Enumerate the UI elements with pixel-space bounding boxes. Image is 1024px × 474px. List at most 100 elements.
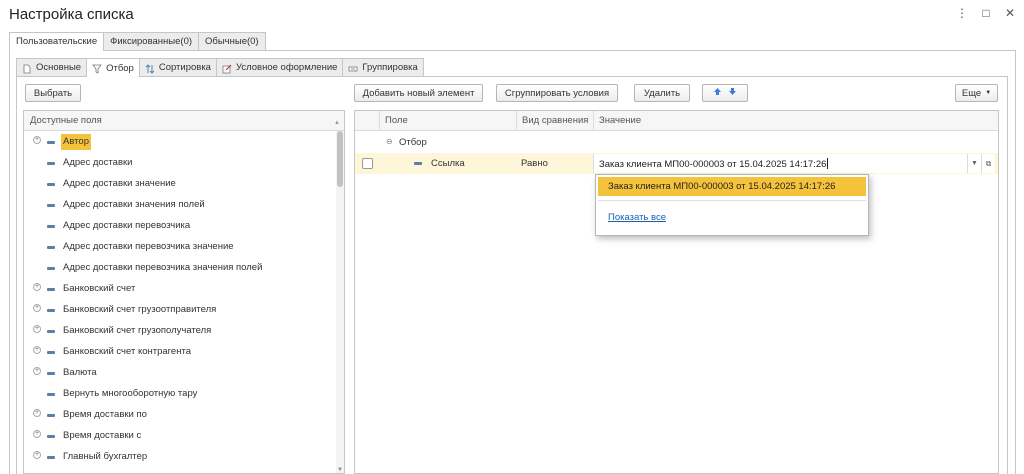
- column-value[interactable]: Значение: [593, 111, 998, 131]
- more-button-label: Еще: [961, 87, 982, 99]
- field-dash-icon: [47, 288, 55, 291]
- field-label: Главный бухгалтер: [63, 451, 148, 462]
- column-comparison[interactable]: Вид сравнения: [516, 111, 593, 131]
- move-down-icon[interactable]: [728, 87, 737, 99]
- delete-button[interactable]: Удалить: [634, 84, 690, 102]
- condition-checkbox[interactable]: [362, 158, 373, 169]
- add-new-element-button[interactable]: Добавить новый элемент: [354, 84, 483, 102]
- field-row[interactable]: + Банковский счет грузоотправителя: [24, 300, 336, 321]
- tab-filter[interactable]: Отбор: [86, 58, 140, 77]
- condition-value-input[interactable]: Заказ клиента МП00-000003 от 15.04.2025 …: [593, 154, 995, 173]
- filter-icon: [92, 63, 102, 74]
- field-dash-icon: [47, 330, 55, 333]
- scroll-down-icon[interactable]: ▼: [337, 467, 343, 473]
- field-row[interactable]: Адрес доставки значения полей: [24, 195, 336, 216]
- expand-icon[interactable]: +: [33, 304, 41, 312]
- field-dash-icon: [47, 204, 55, 207]
- tab-fixed[interactable]: Фиксированные(0): [103, 32, 200, 50]
- field-dash-icon: [47, 225, 55, 228]
- outer-tabs: Пользовательские Фиксированные(0) Обычны…: [9, 32, 266, 51]
- tab-main-label: Основные: [36, 62, 82, 73]
- fields-scrollbar[interactable]: ▼: [336, 131, 344, 473]
- brush-icon: [222, 63, 232, 73]
- field-label: Адрес доставки перевозчика значения поле…: [63, 262, 263, 273]
- field-label: Адрес доставки перевозчика: [63, 220, 191, 231]
- field-label: Банковский счет контрагента: [63, 346, 191, 357]
- available-fields-title: Доступные поля: [30, 115, 102, 126]
- autocomplete-item[interactable]: Заказ клиента МП00-000003 от 15.04.2025 …: [598, 177, 866, 196]
- show-all-link[interactable]: Показать все: [608, 212, 666, 223]
- group-conditions-button[interactable]: Сгруппировать условия: [496, 84, 618, 102]
- collapse-icon[interactable]: ⊖: [386, 137, 393, 146]
- popup-divider: [598, 200, 866, 201]
- filter-grid-header: Поле Вид сравнения Значение: [355, 111, 998, 131]
- sort-icon: [145, 63, 155, 74]
- tab-custom[interactable]: Пользовательские: [9, 32, 105, 51]
- field-dash-icon: [414, 162, 422, 165]
- field-row[interactable]: + Банковский счет: [24, 279, 336, 300]
- field-row[interactable]: Адрес доставки перевозчика значение: [24, 237, 336, 258]
- expand-icon[interactable]: +: [33, 409, 41, 417]
- open-icon[interactable]: ⧉: [981, 154, 995, 173]
- chevron-down-icon: ▼: [985, 90, 992, 96]
- expand-icon[interactable]: +: [33, 325, 41, 333]
- tab-regular[interactable]: Обычные(0): [198, 32, 266, 50]
- field-dash-icon: [47, 141, 55, 144]
- expand-icon[interactable]: +: [33, 451, 41, 459]
- field-row[interactable]: Адрес доставки: [24, 153, 336, 174]
- tab-main[interactable]: Основные: [16, 58, 88, 76]
- autocomplete-popup: Заказ клиента МП00-000003 от 15.04.2025 …: [595, 174, 869, 236]
- expand-icon[interactable]: +: [33, 367, 41, 375]
- inner-tabs: Основные Отбор Сортировка Условное оформ…: [16, 58, 424, 77]
- field-dash-icon: [47, 435, 55, 438]
- field-dash-icon: [47, 309, 55, 312]
- tab-grouping-label: Группировка: [362, 62, 418, 73]
- more-menu-icon[interactable]: ⋮: [956, 6, 968, 20]
- field-label: Банковский счет грузоотправителя: [63, 304, 217, 315]
- field-row[interactable]: Адрес доставки перевозчика: [24, 216, 336, 237]
- field-label: Время доставки с: [63, 430, 142, 441]
- expand-icon[interactable]: +: [33, 283, 41, 291]
- expand-icon[interactable]: +: [33, 430, 41, 438]
- field-row[interactable]: + Банковский счет грузополучателя: [24, 321, 336, 342]
- scroll-up-icon[interactable]: ▲: [334, 113, 340, 133]
- filter-group-row[interactable]: ⊖ Отбор: [355, 132, 998, 153]
- column-field[interactable]: Поле: [379, 111, 516, 131]
- tab-sort[interactable]: Сортировка: [138, 58, 217, 76]
- condition-value-text: Заказ клиента МП00-000003 от 15.04.2025 …: [599, 158, 829, 170]
- select-button[interactable]: Выбрать: [25, 84, 81, 102]
- field-row[interactable]: Вернуть многооборотную тару: [24, 384, 336, 405]
- window-controls: ⋮ □ ✕: [956, 6, 1016, 20]
- move-up-icon[interactable]: [713, 87, 722, 99]
- field-label: Время доставки по: [63, 409, 147, 420]
- tab-conditional-format-label: Условное оформление: [235, 62, 338, 73]
- field-dash-icon: [47, 183, 55, 186]
- field-dash-icon: [47, 246, 55, 249]
- field-dash-icon: [47, 351, 55, 354]
- field-row[interactable]: + Главный бухгалтер: [24, 447, 336, 468]
- scrollbar-thumb[interactable]: [337, 131, 343, 187]
- condition-field[interactable]: Ссылка: [431, 158, 465, 169]
- more-button[interactable]: Еще ▼: [955, 84, 998, 102]
- tab-filter-label: Отбор: [106, 62, 134, 74]
- maximize-icon[interactable]: □: [980, 6, 992, 20]
- field-row[interactable]: Адрес доставки значение: [24, 174, 336, 195]
- field-row[interactable]: + Валюта: [24, 363, 336, 384]
- condition-comparison[interactable]: Равно: [521, 158, 548, 169]
- expand-icon[interactable]: +: [33, 346, 41, 354]
- field-label: Адрес доставки значения полей: [63, 199, 205, 210]
- expand-icon[interactable]: +: [33, 136, 41, 144]
- page-icon: [22, 63, 32, 73]
- field-row[interactable]: Адрес доставки перевозчика значения поле…: [24, 258, 336, 279]
- dropdown-icon[interactable]: ▼: [967, 154, 981, 173]
- tab-grouping[interactable]: Группировка: [342, 58, 424, 76]
- filter-condition-row[interactable]: Ссылка Равно Заказ клиента МП00-000003 о…: [355, 153, 998, 174]
- field-row[interactable]: + Время доставки по: [24, 405, 336, 426]
- field-label: Адрес доставки значение: [63, 178, 176, 189]
- field-row[interactable]: + Банковский счет контрагента: [24, 342, 336, 363]
- close-icon[interactable]: ✕: [1004, 6, 1016, 20]
- field-dash-icon: [47, 372, 55, 375]
- field-row[interactable]: + Время доставки с: [24, 426, 336, 447]
- field-row[interactable]: + Автор: [24, 132, 336, 153]
- tab-conditional-format[interactable]: Условное оформление: [215, 58, 344, 76]
